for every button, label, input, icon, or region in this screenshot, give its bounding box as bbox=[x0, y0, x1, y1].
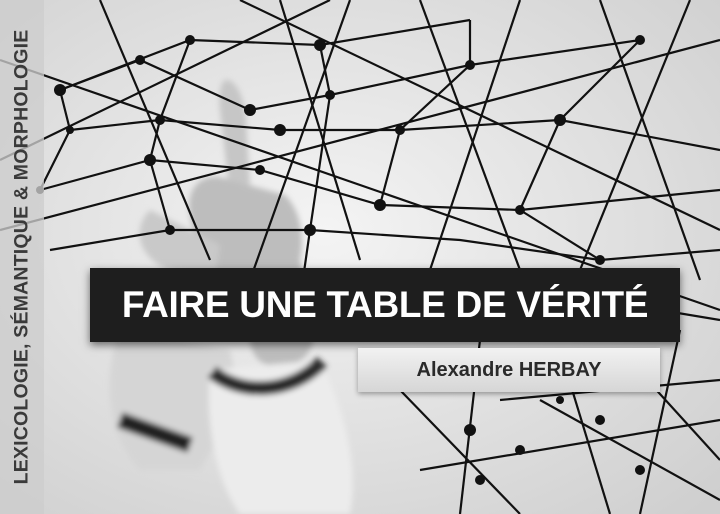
author-name: Alexandre HERBAY bbox=[416, 358, 602, 381]
side-category-label: LEXICOLOGIE, SÉMANTIQUE & MORPHOLOGIE bbox=[10, 29, 33, 485]
title-banner: FAIRE UNE TABLE DE VÉRITÉ bbox=[90, 268, 680, 342]
side-band: LEXICOLOGIE, SÉMANTIQUE & MORPHOLOGIE bbox=[0, 0, 44, 514]
background-photo bbox=[0, 0, 720, 514]
author-banner: Alexandre HERBAY bbox=[358, 348, 660, 392]
page-title: FAIRE UNE TABLE DE VÉRITÉ bbox=[121, 284, 649, 325]
